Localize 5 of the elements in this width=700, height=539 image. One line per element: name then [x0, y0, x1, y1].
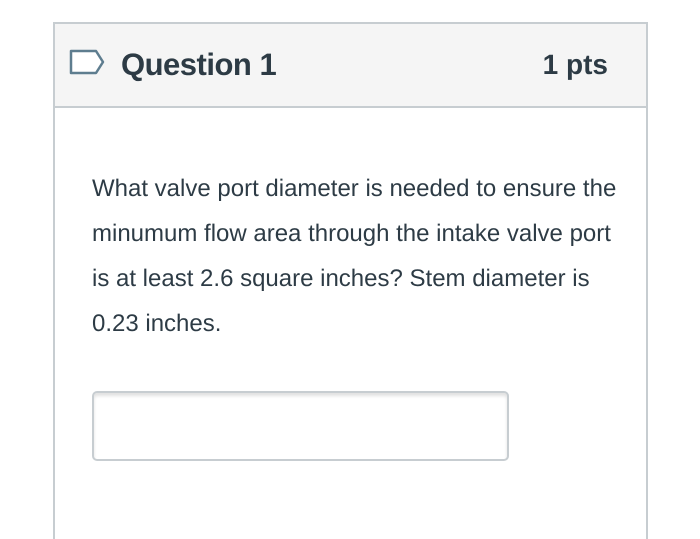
points-label: 1 pts: [542, 48, 608, 82]
question-title: Question 1: [121, 46, 276, 84]
answer-field[interactable]: [92, 391, 509, 461]
question-text: What valve port diameter is needed to ensure the minumum flow area through the intake valve port is at least 2.6 square inches? Stem diameter is 0.23 inches.: [92, 174, 618, 339]
tag-icon: [69, 49, 105, 75]
